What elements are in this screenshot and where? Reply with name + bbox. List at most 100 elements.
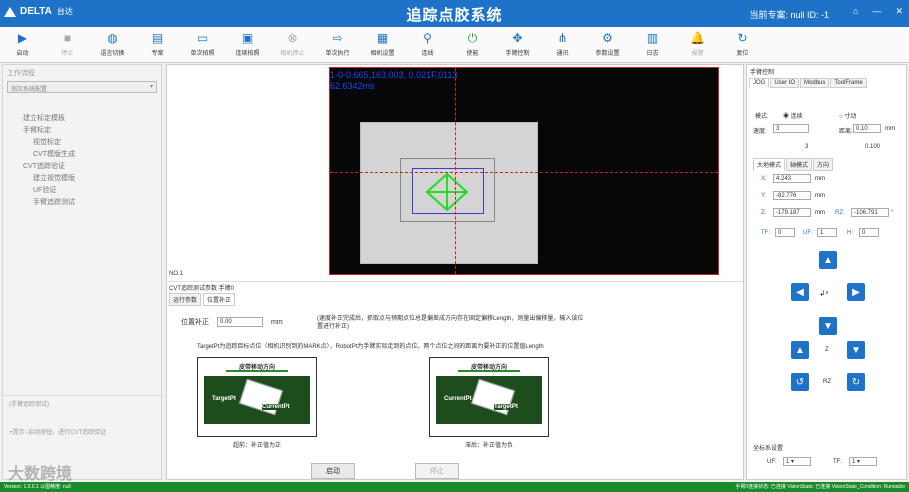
toolbar-label: 相机停止 xyxy=(280,51,305,57)
tree-item[interactable]: CVT模版生成 xyxy=(13,149,75,161)
toolbar-button-alarm[interactable]: 🔔 报警 xyxy=(675,27,720,63)
h-label: H: xyxy=(847,230,853,236)
tab-jog[interactable]: JOG xyxy=(749,78,770,88)
connect-icon: ⚲ xyxy=(423,31,432,45)
tab-user-io[interactable]: User IO xyxy=(770,78,800,88)
toolbar-button-connect[interactable]: ⚲ 连线 xyxy=(405,27,450,63)
tab-world-mode[interactable]: 大地模式 xyxy=(753,158,786,171)
camera-overlay-time: 62.6342ms xyxy=(330,81,375,91)
comp-label: 位置补正 xyxy=(181,319,209,326)
log-icon: ▥ xyxy=(646,31,659,45)
status-right: 手臂0连接状态: 已连接 VisionState: 已连接 VisionStat… xyxy=(735,484,905,490)
tab-modbus[interactable]: Modbus xyxy=(800,78,830,88)
workflow-title: 工作流程 xyxy=(7,70,35,77)
arm-control-panel: 手臂控制 JOG User IO Modbus ToolFrame 模式: ◉ … xyxy=(746,64,907,480)
stop-button[interactable]: 停止 xyxy=(415,463,459,479)
communication-icon: ⋔ xyxy=(557,31,568,45)
illustration-lead: 皮带移动方向 TargetPt CurrentPt xyxy=(197,357,317,437)
rz-field: -106.791 xyxy=(851,208,889,217)
alarm-icon: 🔔 xyxy=(690,31,705,45)
close-icon[interactable]: ✕ xyxy=(895,6,903,17)
toolbar-button-stop[interactable]: ■ 停止 xyxy=(45,27,90,63)
toolbar-label: 连续拍照 xyxy=(235,51,260,57)
toolbar-button-communication[interactable]: ⋔ 通讯 xyxy=(540,27,585,63)
mode-continuous-radio[interactable]: ◉ 连续 xyxy=(783,111,803,120)
tf-field: 0 xyxy=(775,228,795,237)
rz-unit: ° xyxy=(891,210,894,216)
camera-overlay-result: 1-0-0.665,163.003, 0.021F,0113 xyxy=(330,70,458,80)
toolbar-label: 手臂控制 xyxy=(505,51,530,57)
match-diamond xyxy=(425,172,469,212)
toolbar-button-play[interactable]: ▶ 启动 xyxy=(0,27,45,63)
jog-rz-minus-button[interactable]: ↺ xyxy=(791,373,809,391)
camera-view[interactable]: 1-0-0.665,163.003, 0.021F,0113 62.6342ms xyxy=(329,67,719,275)
jog-y-plus-button[interactable]: ▲ xyxy=(819,251,837,269)
toolbar-button-enable[interactable]: ⏻ 使能 xyxy=(450,27,495,63)
watermark: 大数跨境 xyxy=(8,466,73,483)
caption-lead: 超前：补正值为正 xyxy=(232,443,281,449)
rz-label: RZ: xyxy=(835,210,845,216)
single-run-icon: ⇨ xyxy=(332,31,343,45)
jog-x-plus-button[interactable]: ▶ xyxy=(847,283,865,301)
camera-settings-icon: ▦ xyxy=(376,31,389,45)
jog-z-plus-button[interactable]: ▲ xyxy=(791,341,809,359)
z-axis-label: Z xyxy=(825,347,829,353)
toolbar-button-globe[interactable]: ◍ 语言切换 xyxy=(90,27,135,63)
toolbar-button-settings[interactable]: ⚙ 参数设置 xyxy=(585,27,630,63)
tree-item[interactable]: 建立标定模板 xyxy=(13,113,75,125)
single-shot-icon: ▭ xyxy=(196,31,209,45)
toolbar-label: 单次执行 xyxy=(325,51,350,57)
globe-icon: ◍ xyxy=(107,31,118,45)
toolbar-button-camera-stop[interactable]: ⊗ 相机停止 xyxy=(270,27,315,63)
hint-text: +提示:-启动按钮，进行CVT追踪验证 xyxy=(9,430,107,436)
reset-icon: ↻ xyxy=(737,31,748,45)
y-field: -82.776 xyxy=(773,191,811,200)
workflow-select[interactable]: 测次系统配置 xyxy=(7,81,157,93)
comp-note2: TargetPt为追踪目标点位（相机识别到的MARK点），RobotPt为手臂实… xyxy=(197,344,544,350)
toolbar-button-single-run[interactable]: ⇨ 单次执行 xyxy=(315,27,360,63)
speed-input[interactable]: 3 xyxy=(773,124,809,133)
toolbar-button-continuous-shot[interactable]: ▣ 连续拍照 xyxy=(225,27,270,63)
illustration-lag: 皮带移动方向 CurrentPt TargetPt xyxy=(429,357,549,437)
z-unit: mm xyxy=(815,210,825,216)
tf-select[interactable]: 1 ▾ xyxy=(849,457,877,466)
distance-input[interactable]: 0.10 xyxy=(853,124,881,133)
z-label: Z: xyxy=(761,210,767,216)
x-label: X: xyxy=(761,176,767,182)
toolbar-button-reset[interactable]: ↻ 复位 xyxy=(720,27,765,63)
comp-input[interactable]: 0.00 xyxy=(217,317,263,327)
minimize-icon[interactable]: — xyxy=(872,6,881,17)
tree-item[interactable]: 建立视觉模版 xyxy=(13,173,75,185)
tab-toolframe[interactable]: ToolFrame xyxy=(830,78,867,88)
tree-item[interactable]: 视觉标定 xyxy=(13,137,75,149)
distance-label: 距离: xyxy=(839,129,853,135)
toolbar-button-single-shot[interactable]: ▭ 单次拍照 xyxy=(180,27,225,63)
jog-rz-plus-button[interactable]: ↻ xyxy=(847,373,865,391)
tab-position-comp[interactable]: 位置补正 xyxy=(203,293,236,306)
tree-item[interactable]: 手臂追踪测试 xyxy=(13,197,75,209)
tree-item[interactable]: CVT追踪验证 xyxy=(13,161,75,173)
uf-select[interactable]: 1 ▾ xyxy=(783,457,811,466)
mode-step-radio[interactable]: ○ 寸动 xyxy=(839,111,856,120)
jog-y-minus-button[interactable]: ▼ xyxy=(819,317,837,335)
toolbar: ▶ 启动 ■ 停止 ◍ 语言切换 ▤ 专案 ▭ 单次拍照 ▣ 连续拍照 ⊗ 相机停止 ⇨ 单次执行 ▦ 相机设置 ⚲… xyxy=(0,27,909,63)
status-left: Version: 1.0.0.1 以图精度: null xyxy=(4,484,71,490)
toolbar-label: 日志 xyxy=(646,51,659,57)
toolbar-button-camera-settings[interactable]: ▦ 相机设置 xyxy=(360,27,405,63)
toolbar-button-project[interactable]: ▤ 专案 xyxy=(135,27,180,63)
tab-run-params[interactable]: 运行参数 xyxy=(169,293,202,306)
uf-field: 1 xyxy=(817,228,837,237)
y-unit: mm xyxy=(815,193,825,199)
x-field: 4.243 xyxy=(773,174,811,183)
jog-x-minus-button[interactable]: ◀ xyxy=(791,283,809,301)
toolbar-button-log[interactable]: ▥ 日志 xyxy=(630,27,675,63)
tab-direction[interactable]: 方向 xyxy=(813,158,834,171)
xy-axes-icon: ↲ˣ xyxy=(819,289,829,298)
tree-item[interactable]: 手臂标定 xyxy=(13,125,75,137)
tab-axis-mode[interactable]: 轴模式 xyxy=(786,158,813,171)
jog-z-minus-button[interactable]: ▼ xyxy=(847,341,865,359)
start-button[interactable]: 启动 xyxy=(311,463,355,479)
tree-item[interactable]: UF验证 xyxy=(13,185,75,197)
toolbar-button-arm-control[interactable]: ✥ 手臂控制 xyxy=(495,27,540,63)
home-icon[interactable]: ⌂ xyxy=(853,6,858,17)
